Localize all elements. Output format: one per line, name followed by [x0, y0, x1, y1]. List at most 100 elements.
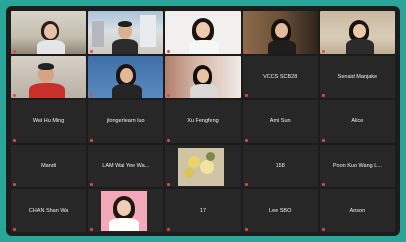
participant-name: jlongerlearn luo [106, 118, 145, 125]
muted-mic-icon [90, 227, 94, 231]
participant-label [167, 94, 171, 98]
muted-mic-icon [90, 94, 94, 98]
muted-mic-icon [13, 49, 16, 53]
participant-name: Xu Fengfeng [187, 118, 219, 125]
participant-tile[interactable]: Anson [319, 189, 395, 232]
muted-mic-icon [321, 94, 325, 98]
participant-label [321, 138, 326, 142]
participant-tile[interactable] [319, 11, 395, 54]
participant-label [244, 49, 249, 53]
participant-tile[interactable] [165, 55, 241, 99]
participant-face [352, 24, 366, 38]
muted-mic-icon [167, 227, 171, 231]
participant-label [244, 183, 249, 187]
participant-face [197, 68, 210, 83]
meeting-window: VCCS SCB28 Senaid Manjake Wei Hu Ming jl… [6, 6, 400, 236]
muted-mic-icon [167, 183, 171, 187]
participant-label [90, 227, 94, 231]
participant-label [167, 49, 171, 53]
participant-label [13, 138, 17, 142]
participant-tile[interactable]: CHAN Shan Wa [11, 189, 87, 232]
participant-body [190, 83, 219, 99]
participant-name: Mandi [41, 163, 57, 170]
participant-label [244, 94, 249, 98]
muted-mic-icon [244, 183, 248, 187]
muted-mic-icon [321, 49, 325, 53]
participant-name: Anson [349, 207, 366, 214]
participant-label [90, 138, 94, 142]
participant-tile[interactable]: Mandi [11, 144, 87, 188]
muted-mic-icon [90, 183, 94, 187]
muted-mic-icon [167, 138, 171, 142]
participant-name: Ami Sun [269, 118, 291, 125]
participant-tile[interactable]: Poon Kuo Wang L... [319, 144, 395, 188]
profile-picture-portrait [101, 191, 148, 232]
participant-tile[interactable]: LAM Wai Yee Wa... [88, 144, 164, 188]
participant-tile[interactable] [242, 11, 318, 54]
participant-tile[interactable] [11, 55, 87, 99]
participant-name: Lee SBO [269, 207, 292, 214]
muted-mic-icon [167, 94, 171, 98]
participant-label [321, 49, 326, 53]
participant-grid: VCCS SCB28 Senaid Manjake Wei Hu Ming jl… [11, 11, 395, 232]
muted-mic-icon [13, 183, 16, 187]
participant-face [120, 67, 134, 83]
participant-tile[interactable]: Wei Hu Ming [11, 100, 87, 143]
muted-mic-icon [167, 49, 171, 53]
participant-tile[interactable] [88, 189, 164, 232]
muted-mic-icon [90, 49, 94, 53]
building-shape [140, 15, 157, 47]
participant-tile[interactable]: jlongerlearn luo [88, 100, 164, 143]
participant-label [321, 183, 326, 187]
participant-name: LAM Wai Yee Wa... [102, 163, 150, 170]
muted-mic-icon [13, 227, 16, 231]
participant-tile[interactable]: Alice [319, 100, 395, 143]
participant-name: VCCS SCB28 [263, 73, 298, 80]
participant-body [29, 82, 65, 99]
muted-mic-icon [13, 94, 16, 98]
muted-mic-icon [244, 94, 248, 98]
participant-hair [38, 62, 54, 70]
participant-label [321, 94, 326, 98]
participant-tile[interactable]: Lee SBO [242, 189, 318, 232]
muted-mic-icon [321, 183, 325, 187]
participant-face [44, 24, 57, 39]
participant-tile[interactable] [88, 11, 164, 54]
participant-label [167, 227, 171, 231]
participant-tile[interactable]: Xu Fengfeng [165, 100, 241, 143]
participant-tile[interactable] [11, 11, 87, 54]
participant-label [90, 94, 94, 98]
muted-mic-icon [244, 227, 248, 231]
participant-body [37, 40, 65, 54]
participant-tile[interactable]: Senaid Manjake [319, 55, 395, 99]
participant-tile[interactable] [88, 55, 164, 99]
participant-tile[interactable]: VCCS SCB28 [242, 55, 318, 99]
participant-body [189, 40, 220, 54]
participant-body [112, 83, 143, 99]
participant-label [90, 183, 94, 187]
muted-mic-icon [13, 138, 16, 142]
participant-face [274, 23, 288, 38]
participant-label [321, 227, 326, 231]
participant-label [244, 138, 249, 142]
flower-shape [188, 155, 201, 168]
participant-tile[interactable] [165, 11, 241, 54]
participant-label [13, 183, 17, 187]
participant-tile[interactable]: Ami Sun [242, 100, 318, 143]
participant-label [167, 183, 171, 187]
participant-name: 158 [275, 163, 285, 170]
participant-hair [118, 21, 133, 27]
participant-tile[interactable]: 17 [165, 189, 241, 232]
muted-mic-icon [90, 138, 94, 142]
participant-label [13, 227, 17, 231]
muted-mic-icon [321, 227, 325, 231]
participant-name: Wei Hu Ming [32, 118, 65, 125]
flower-shape [200, 159, 215, 174]
participant-label [13, 94, 17, 98]
participant-tile[interactable] [165, 144, 241, 188]
participant-body [345, 39, 374, 54]
muted-mic-icon [321, 138, 325, 142]
participant-body [267, 40, 296, 54]
participant-tile[interactable]: 158 [242, 144, 318, 188]
participant-body [109, 218, 140, 232]
